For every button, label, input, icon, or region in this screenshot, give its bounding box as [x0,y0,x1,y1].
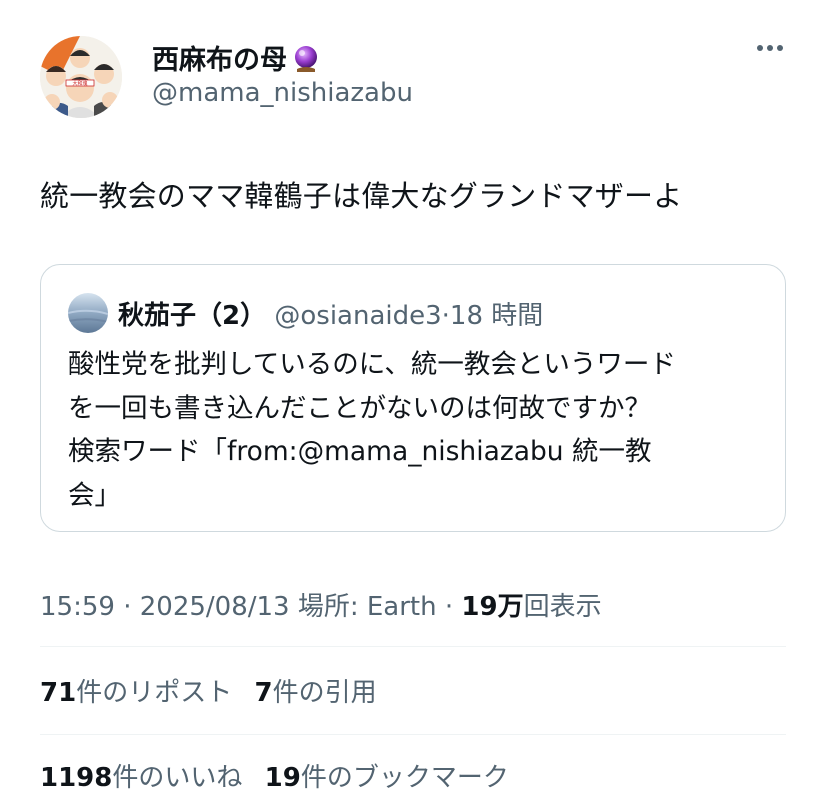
avatar-illustration: 大和魂 [40,36,122,118]
crystal-ball-icon [291,44,321,74]
stats-row-reposts: 71件のリポスト 7件の引用 [40,672,391,709]
quotes-label: 件の引用 [272,678,377,708]
bookmarks-label: 件のブックマーク [300,763,509,793]
bookmarks-count: 19 [264,763,301,793]
reposts-label: 件のリポスト [76,678,233,708]
avatar-headband-text: 大和魂 [72,80,87,87]
quote-text: 酸性党を批判しているのに、統一教会というワード を一回も書き込んだことがないのは… [68,343,768,517]
quote-time: 18 時間 [449,301,544,331]
divider [40,646,786,647]
author-handle[interactable]: @mama_nishiazabu [152,78,413,108]
quotes-stat[interactable]: 7件の引用 [254,678,376,708]
likes-label: 件のいいね [112,763,243,793]
tweet-date[interactable]: 2025/08/13 [140,592,290,622]
more-options-icon[interactable] [753,34,787,62]
bookmarks-stat[interactable]: 19件のブックマーク [265,763,509,793]
views-count: 19万 [461,592,524,622]
quote-text-line: を一回も書き込んだことがないのは何故ですか？ [68,392,651,424]
quote-author-name[interactable]: 秋茄子（2） [118,301,266,331]
tweet-text: 統一教会のママ韓鶴子は偉大なグランドマザーよ [40,179,683,213]
quote-text-line: 会」 [68,479,121,511]
likes-count: 1198 [40,763,113,793]
quote-separator: · [441,301,450,331]
quote-header: 秋茄子（2） @osianaide3·18 時間 [118,295,543,332]
author-display-name[interactable]: 西麻布の母 [152,38,321,77]
tweet-location: 場所: Earth [297,592,437,622]
tweet-time[interactable]: 15:59 [40,592,115,622]
likes-stat[interactable]: 1198件のいいね [40,763,242,793]
quote-text-line: 酸性党を批判しているのに、統一教会というワード [68,349,676,380]
stats-row-likes: 1198件のいいね 19件のブックマーク [40,757,523,794]
tweet-meta: 15:59 · 2025/08/13 場所: Earth · 19万回表示 [40,586,602,623]
reposts-stat[interactable]: 71件のリポスト [40,678,232,708]
views-label: 回表示 [523,592,602,622]
quotes-count: 7 [254,678,273,708]
quote-author-handle[interactable]: @osianaide3 [274,301,441,331]
display-name-text: 西麻布の母 [152,45,287,76]
meta-dot: · [444,592,454,622]
reposts-count: 71 [40,678,77,708]
meta-dot: · [123,592,132,622]
author-avatar[interactable]: 大和魂 [40,36,122,118]
divider [40,734,786,735]
quote-author-avatar[interactable] [68,293,108,333]
quote-text-line: 検索ワード「from:@mama_nishiazabu 統一教 [68,436,652,467]
